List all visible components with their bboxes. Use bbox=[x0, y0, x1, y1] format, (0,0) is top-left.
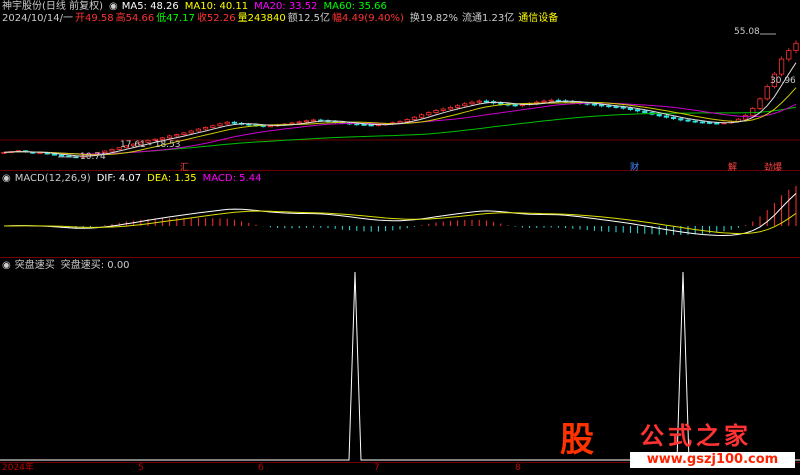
candle-body bbox=[627, 107, 634, 110]
panel-divider-1 bbox=[0, 170, 800, 171]
candle-body bbox=[613, 106, 619, 108]
tag-jie[interactable]: 解 bbox=[728, 160, 737, 173]
candle-body bbox=[433, 109, 439, 113]
candle-body bbox=[202, 127, 209, 130]
candle-body bbox=[699, 121, 706, 124]
tag-cai[interactable]: 财 bbox=[630, 160, 639, 173]
candle-body bbox=[750, 108, 756, 116]
candle-body bbox=[671, 116, 677, 120]
candle-body bbox=[685, 119, 691, 122]
watermark-logo: 股 bbox=[560, 420, 594, 460]
candle-body bbox=[195, 128, 201, 132]
candle-body bbox=[181, 132, 187, 135]
candle-body bbox=[764, 86, 770, 100]
candle-body bbox=[418, 114, 425, 118]
candle-body bbox=[159, 137, 165, 140]
candle-body bbox=[606, 105, 612, 108]
indicator-header: ◉ 突盘速买 突盘速买: 0.00 bbox=[2, 260, 136, 272]
candle-body bbox=[224, 121, 230, 125]
candle-body bbox=[757, 98, 763, 109]
candle-body bbox=[210, 125, 216, 128]
macd-bars-group bbox=[10, 186, 797, 235]
candle-body bbox=[743, 114, 749, 120]
candle-body bbox=[462, 103, 468, 107]
candle-body bbox=[246, 123, 252, 126]
macd-title: MACD(12,26,9) bbox=[14, 173, 91, 184]
tag-bao[interactable]: 爆 bbox=[773, 160, 782, 173]
candle-body bbox=[447, 106, 454, 110]
candle-body bbox=[793, 42, 799, 52]
candle-body bbox=[411, 116, 418, 120]
right-price-label: 30.96 bbox=[770, 76, 796, 86]
candle-body bbox=[231, 121, 237, 124]
candle-body bbox=[217, 123, 223, 127]
indicator-settings-icon[interactable]: ◉ bbox=[2, 260, 11, 271]
x-label-2: 6 bbox=[258, 463, 264, 473]
candle-body bbox=[310, 119, 317, 122]
macd-settings-icon[interactable]: ◉ bbox=[2, 173, 11, 184]
x-label-0: 2024年 bbox=[2, 463, 34, 473]
candle-body bbox=[591, 103, 598, 106]
candle-body bbox=[37, 152, 43, 155]
candle-body bbox=[361, 123, 367, 126]
tag-hui[interactable]: 汇 bbox=[180, 160, 189, 173]
candle-body bbox=[779, 58, 785, 75]
candle-body bbox=[498, 102, 504, 105]
candle-body bbox=[440, 108, 446, 111]
candle-body bbox=[707, 122, 713, 124]
low-label: 10.74 bbox=[80, 152, 106, 162]
candle-body bbox=[599, 104, 605, 107]
candle-body bbox=[483, 100, 490, 103]
candle-body bbox=[692, 120, 698, 123]
candle-body bbox=[663, 115, 670, 118]
tag-jing[interactable]: 劲 bbox=[764, 160, 773, 173]
high-label: 55.08 bbox=[734, 27, 760, 37]
watermark: 股 公式之家 www.gszj100.com bbox=[560, 420, 796, 470]
candle-body bbox=[678, 118, 684, 121]
candle-body bbox=[656, 113, 662, 117]
candle-body bbox=[166, 135, 173, 139]
macd-dif: DIF: 4.07 bbox=[96, 173, 142, 184]
macd-value: MACD: 5.44 bbox=[202, 173, 262, 184]
candle-body bbox=[303, 120, 310, 123]
dif-line bbox=[3, 193, 797, 237]
candle-body bbox=[541, 100, 547, 103]
candle-body bbox=[454, 105, 461, 108]
candle-body bbox=[109, 148, 115, 152]
x-label-3: 7 bbox=[374, 463, 380, 473]
candle-body bbox=[51, 153, 58, 156]
candle-body bbox=[404, 119, 410, 122]
candle-body bbox=[642, 110, 648, 113]
range-label: 17.61 - 18.53 bbox=[120, 140, 181, 150]
candle-body bbox=[620, 106, 626, 109]
candle-body bbox=[548, 99, 554, 102]
watermark-url: www.gszj100.com bbox=[630, 452, 795, 468]
macd-header: ◉ MACD(12,26,9) DIF: 4.07 DEA: 1.35 MACD: 5.… bbox=[2, 173, 267, 185]
candle-body bbox=[267, 125, 274, 128]
stock-chart-window: { "header": { "title": "神宇股份(日线 前复权)", "… bbox=[0, 0, 800, 475]
watermark-site-name: 公式之家 bbox=[640, 422, 752, 450]
candle-body bbox=[368, 124, 374, 127]
candle-body bbox=[59, 154, 65, 157]
indicator-value: 突盘速买: 0.00 bbox=[60, 260, 130, 271]
candle-body bbox=[397, 120, 403, 124]
candle-body bbox=[512, 104, 518, 107]
macd-dea: DEA: 1.35 bbox=[147, 173, 197, 184]
candle-body bbox=[476, 100, 482, 103]
candle-body bbox=[714, 122, 720, 125]
candle-body bbox=[469, 101, 475, 105]
panel-divider-2 bbox=[0, 257, 800, 258]
candle-body bbox=[296, 121, 302, 124]
candle-body bbox=[426, 112, 432, 116]
indicator-title: 突盘速买 bbox=[14, 260, 55, 271]
x-label-4: 8 bbox=[515, 463, 521, 473]
dea-line bbox=[4, 210, 797, 235]
candle-body bbox=[635, 109, 641, 112]
candle-body bbox=[188, 130, 194, 134]
candle-body bbox=[354, 123, 360, 126]
candle-body bbox=[786, 50, 792, 60]
candle-body bbox=[174, 134, 180, 137]
x-label-1: 5 bbox=[138, 463, 144, 473]
